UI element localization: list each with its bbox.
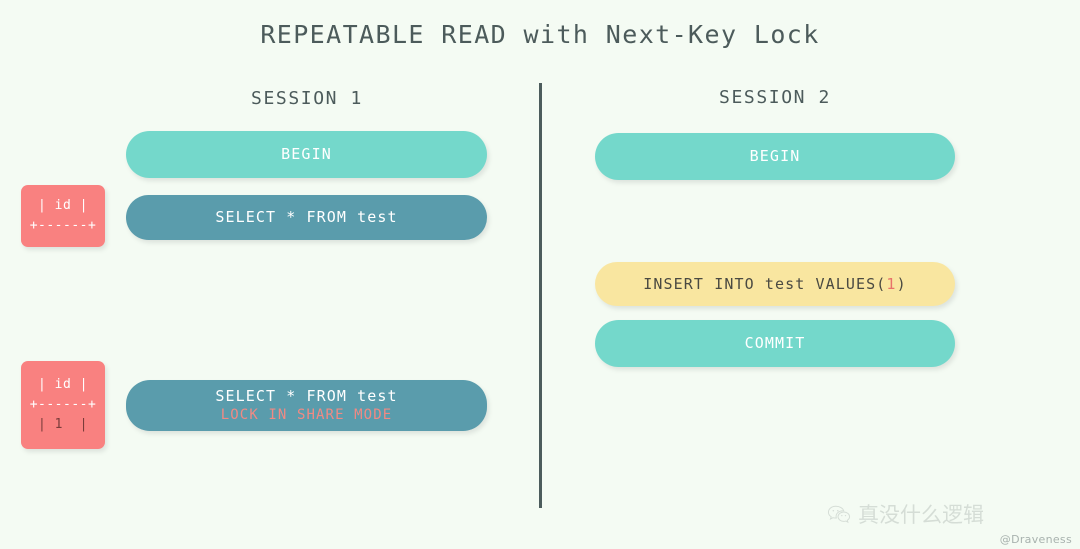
- statement-label-suffix: ): [896, 274, 907, 293]
- author-handle: @Draveness: [999, 533, 1072, 546]
- result-separator-row: +------+: [29, 396, 97, 412]
- statement-label: BEGIN: [749, 147, 801, 166]
- wechat-icon: [827, 505, 851, 524]
- watermark-text: 真没什么逻辑: [858, 503, 984, 527]
- session-2-statement-commit[interactable]: COMMIT: [595, 320, 955, 367]
- statement-label: COMMIT: [744, 334, 806, 353]
- session-2-header: SESSION 2: [719, 87, 831, 108]
- result-header-row: | id |: [38, 376, 88, 392]
- session-1-result-empty: | id | +------+: [21, 185, 105, 247]
- statement-label-value: 1: [886, 274, 897, 293]
- watermark: 真没什么逻辑: [826, 499, 1066, 529]
- result-separator-row: +------+: [29, 218, 97, 233]
- statement-label: SELECT * FROM test: [215, 208, 398, 227]
- page-title: REPEATABLE READ with Next-Key Lock: [260, 20, 820, 49]
- session-1-statement-begin[interactable]: BEGIN: [126, 131, 487, 178]
- statement-label: BEGIN: [281, 145, 332, 164]
- result-value-row: | 1 |: [38, 417, 88, 433]
- result-header-row: | id |: [38, 197, 88, 213]
- session-divider: [539, 83, 542, 508]
- session-1-statement-select-lock-in-share-mode[interactable]: SELECT * FROM test LOCK IN SHARE MODE: [126, 380, 487, 431]
- statement-label: SELECT * FROM test: [215, 386, 398, 405]
- session-1-header: SESSION 1: [251, 88, 363, 109]
- session-1-result-one-row: | id | +------+ | 1 |: [21, 361, 105, 449]
- session-2-statement-insert[interactable]: INSERT INTO test VALUES(1): [595, 262, 955, 306]
- diagram-canvas: REPEATABLE READ with Next-Key Lock SESSI…: [0, 0, 1080, 549]
- session-1-statement-select[interactable]: SELECT * FROM test: [126, 195, 487, 240]
- session-2-statement-begin[interactable]: BEGIN: [595, 133, 955, 180]
- statement-sub-label: LOCK IN SHARE MODE: [220, 407, 393, 424]
- statement-label-prefix: INSERT INTO test VALUES(: [643, 274, 887, 293]
- statement-label: INSERT INTO test VALUES(1): [643, 274, 906, 294]
